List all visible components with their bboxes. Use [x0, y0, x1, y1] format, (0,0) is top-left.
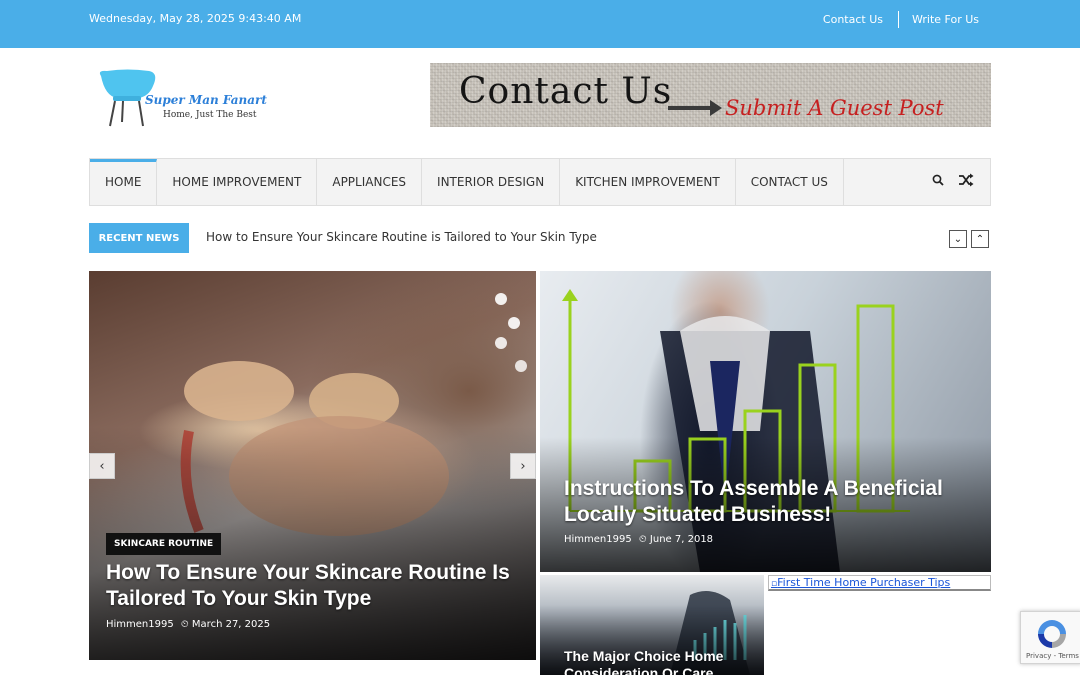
nav-item-home-improvement[interactable]: HOME IMPROVEMENT	[157, 159, 318, 205]
right-post-title[interactable]: Instructions To Assemble A Beneficial Lo…	[564, 476, 974, 528]
post-date: March 27, 2025	[191, 619, 271, 630]
slider-prev-button[interactable]: ‹	[89, 453, 115, 479]
arrow-right-icon	[710, 100, 722, 116]
nav-item-interior-design[interactable]: INTERIOR DESIGN	[422, 159, 561, 205]
site-tagline: Home, Just The Best	[163, 110, 257, 120]
banner-heading: Contact Us	[459, 71, 673, 112]
broken-post-image[interactable]: ▫First Time Home Purchaser Tips	[768, 575, 991, 591]
write-for-us-link[interactable]: Write For Us	[912, 13, 979, 26]
search-icon[interactable]	[932, 174, 944, 186]
recaptcha-badge[interactable]: Privacy - Terms	[1020, 611, 1080, 664]
top-bar: Wednesday, May 28, 2025 9:43:40 AM Conta…	[0, 0, 1080, 48]
slider-post-title[interactable]: How To Ensure Your Skincare Routine Is T…	[106, 560, 526, 612]
clock-icon: ⏲	[638, 534, 647, 545]
top-links: Contact Us Write For Us	[823, 11, 979, 28]
divider	[897, 11, 899, 28]
featured-post-right[interactable]: Instructions To Assemble A Beneficial Lo…	[540, 271, 991, 572]
shuffle-icon[interactable]	[958, 173, 974, 187]
site-name: Super Man Fanart	[145, 93, 267, 107]
ticker-down-button[interactable]: ⌄	[949, 230, 967, 248]
ticker-headline[interactable]: How to Ensure Your Skincare Routine is T…	[206, 230, 597, 244]
category-badge[interactable]: SKINCARE ROUTINE	[106, 533, 222, 555]
nav-item-appliances[interactable]: APPLIANCES	[317, 159, 423, 205]
small-post-title[interactable]: The Major Choice Home Consideration Or C…	[564, 648, 754, 675]
banner-subheading: Submit A Guest Post	[725, 96, 944, 120]
nav-tools	[932, 173, 974, 187]
right-post-meta: Himmen1995 ⏲ June 7, 2018	[564, 534, 713, 545]
site-logo[interactable]: Super Man Fanart Home, Just The Best	[97, 68, 297, 130]
clock-icon: ⏲	[180, 619, 189, 630]
recaptcha-caption[interactable]: Privacy - Terms	[1026, 652, 1079, 660]
broken-post-alt: First Time Home Purchaser Tips	[777, 576, 951, 589]
nav-item-kitchen-improvement[interactable]: KITCHEN IMPROVEMENT	[560, 159, 736, 205]
featured-slider[interactable]: ‹ › SKINCARE ROUTINE How To Ensure Your …	[89, 271, 536, 660]
ticker-label: RECENT NEWS	[89, 223, 189, 253]
contact-banner[interactable]: Contact Us Submit A Guest Post	[430, 63, 991, 127]
ticker-up-button[interactable]: ⌃	[971, 230, 989, 248]
featured-post-small[interactable]: The Major Choice Home Consideration Or C…	[540, 575, 764, 675]
slider-next-button[interactable]: ›	[510, 453, 536, 479]
post-date: June 7, 2018	[649, 534, 714, 545]
arrow-shaft	[668, 106, 714, 110]
recent-news-ticker: RECENT NEWS How to Ensure Your Skincare …	[89, 223, 991, 253]
current-date: Wednesday, May 28, 2025 9:43:40 AM	[89, 12, 302, 25]
contact-us-link[interactable]: Contact Us	[823, 13, 883, 26]
nav-item-contact-us[interactable]: CONTACT US	[736, 159, 844, 205]
recaptcha-icon	[1038, 620, 1066, 648]
slider-post-meta: Himmen1995 ⏲ March 27, 2025	[106, 619, 270, 630]
post-author[interactable]: Himmen1995	[564, 534, 632, 545]
post-author[interactable]: Himmen1995	[106, 619, 174, 630]
main-nav: HOME HOME IMPROVEMENT APPLIANCES INTERIO…	[89, 158, 991, 206]
nav-item-home[interactable]: HOME	[90, 159, 158, 205]
